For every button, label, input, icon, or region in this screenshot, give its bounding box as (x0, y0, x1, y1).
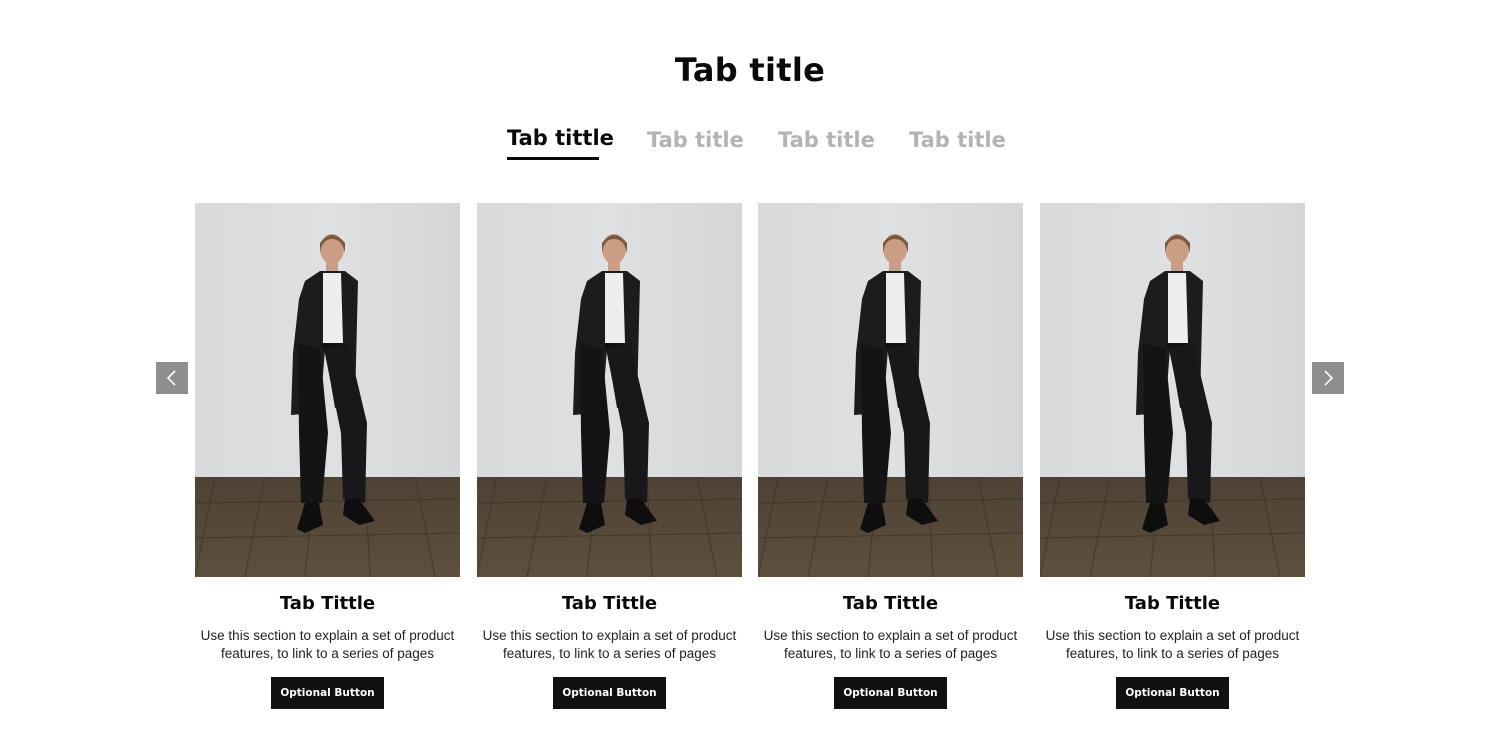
card-title: Tab Tittle (279, 593, 376, 614)
product-card: Tab Tittle Use this section to explain a… (195, 203, 460, 713)
product-image[interactable] (195, 203, 460, 577)
card-description: Use this section to explain a set of pro… (763, 628, 1018, 661)
product-card: Tab Tittle Use this section to explain a… (477, 203, 742, 713)
optional-button[interactable]: Optional Button (553, 677, 666, 709)
card-title: Tab Tittle (1124, 593, 1221, 614)
tab-4[interactable]: Tab title (909, 124, 1006, 156)
product-card: Tab Tittle Use this section to explain a… (758, 203, 1023, 713)
product-image[interactable] (758, 203, 1023, 577)
tab-3[interactable]: Tab title (778, 124, 875, 156)
optional-button[interactable]: Optional Button (1116, 677, 1229, 709)
optional-button[interactable]: Optional Button (834, 677, 947, 709)
tab-1[interactable]: Tab tittle (507, 122, 614, 160)
chevron-left-icon (166, 370, 176, 386)
tabbed-product-section: Tab title Tab tittle Tab title Tab title… (0, 0, 1500, 756)
product-image[interactable] (477, 203, 742, 577)
optional-button[interactable]: Optional Button (271, 677, 384, 709)
section-title: Tab title (674, 51, 826, 89)
card-title: Tab Tittle (842, 593, 939, 614)
card-description: Use this section to explain a set of pro… (200, 628, 455, 661)
card-description: Use this section to explain a set of pro… (482, 628, 737, 661)
tab-bar: Tab tittle Tab title Tab title Tab title (0, 124, 1500, 164)
product-card: Tab Tittle Use this section to explain a… (1040, 203, 1305, 713)
carousel-next-button[interactable] (1312, 362, 1344, 394)
card-title: Tab Tittle (561, 593, 658, 614)
tab-2[interactable]: Tab title (647, 124, 744, 156)
product-image[interactable] (1040, 203, 1305, 577)
carousel-prev-button[interactable] (156, 362, 188, 394)
chevron-right-icon (1324, 370, 1334, 386)
card-description: Use this section to explain a set of pro… (1045, 628, 1300, 661)
